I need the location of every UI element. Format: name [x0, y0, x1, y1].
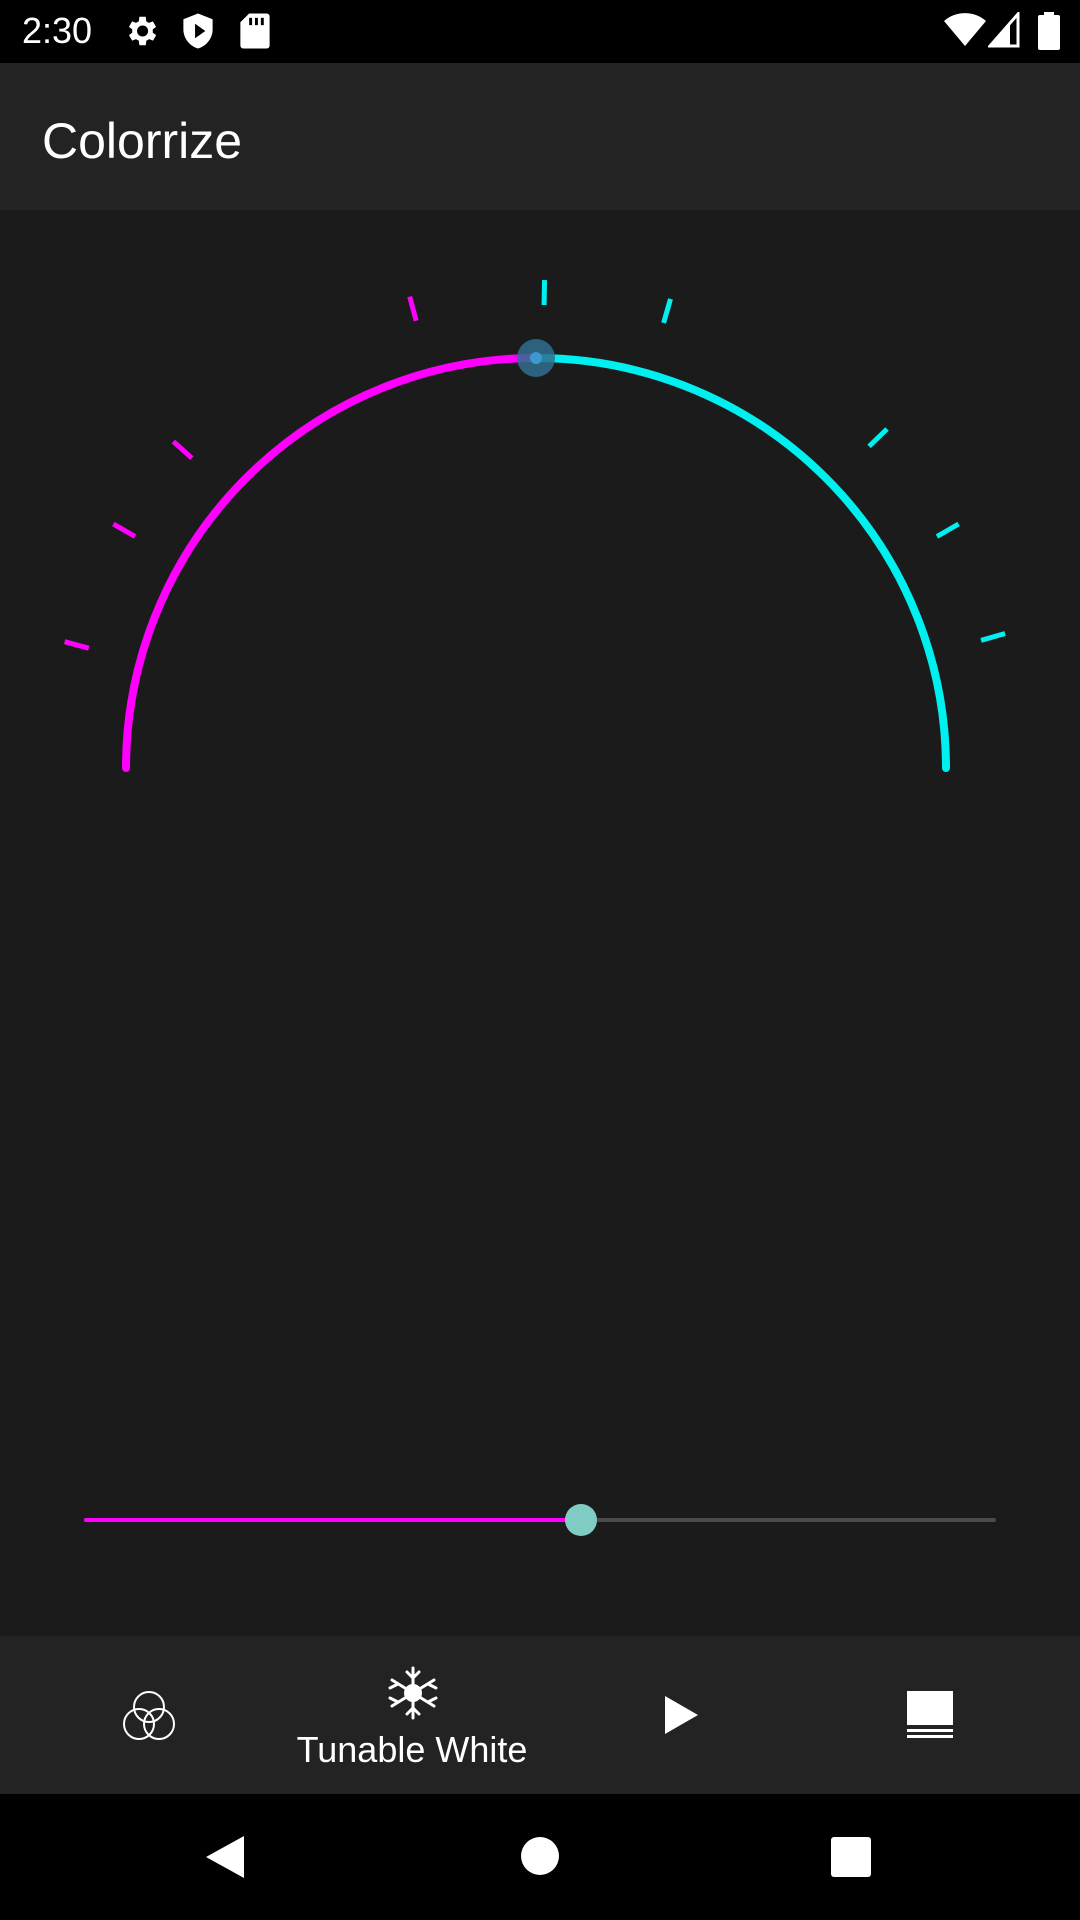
gear-icon: [128, 16, 157, 46]
nav-item-panel[interactable]: [810, 1636, 1050, 1794]
dial-arc-cool: [532, 354, 950, 772]
color-temperature-dial[interactable]: [0, 210, 1080, 910]
home-icon[interactable]: [520, 1836, 560, 1876]
slider-fill: [84, 1518, 582, 1522]
wifi-icon: [944, 13, 986, 46]
main-content: [0, 210, 1080, 1636]
dial-tick: [63, 639, 90, 651]
nav-item-color[interactable]: [30, 1636, 270, 1794]
nav-label-tunable-white: Tunable White: [296, 1729, 528, 1770]
dial-tick: [935, 521, 960, 539]
panel-icon: [907, 1691, 953, 1738]
bottom-navigation: Tunable White: [0, 1636, 1080, 1794]
status-time: 2:30: [22, 10, 93, 51]
dial-tick: [112, 521, 137, 539]
battery-icon: [1038, 12, 1060, 50]
dial-handle[interactable]: [517, 339, 555, 377]
dial-arc-warm: [122, 354, 540, 772]
dial-tick: [407, 295, 419, 322]
sd-card-icon: [240, 13, 270, 49]
system-navigation-bar: [0, 1794, 1080, 1920]
nav-item-play[interactable]: [560, 1636, 800, 1794]
dial-ticks: [63, 280, 1006, 651]
dial-tick: [661, 298, 673, 324]
dial-tick: [171, 439, 194, 461]
app-bar: Colorrize: [0, 63, 1080, 210]
color-circles-icon: [123, 1691, 175, 1740]
slider-thumb[interactable]: [565, 1504, 598, 1536]
dial-tick: [867, 427, 889, 449]
snowflake-sun-icon: [388, 1666, 438, 1720]
dial-tick: [980, 631, 1006, 643]
brightness-slider[interactable]: [84, 1495, 996, 1545]
recents-icon[interactable]: [830, 1836, 872, 1878]
back-icon[interactable]: [204, 1834, 246, 1880]
play-icon: [665, 1696, 698, 1734]
signal-icon: [988, 12, 1020, 48]
app-title: Colorrize: [42, 113, 243, 169]
shield-icon: [183, 13, 213, 49]
status-bar: 2:30: [0, 0, 1080, 63]
nav-item-tunable-white[interactable]: Tunable White: [242, 1636, 582, 1794]
